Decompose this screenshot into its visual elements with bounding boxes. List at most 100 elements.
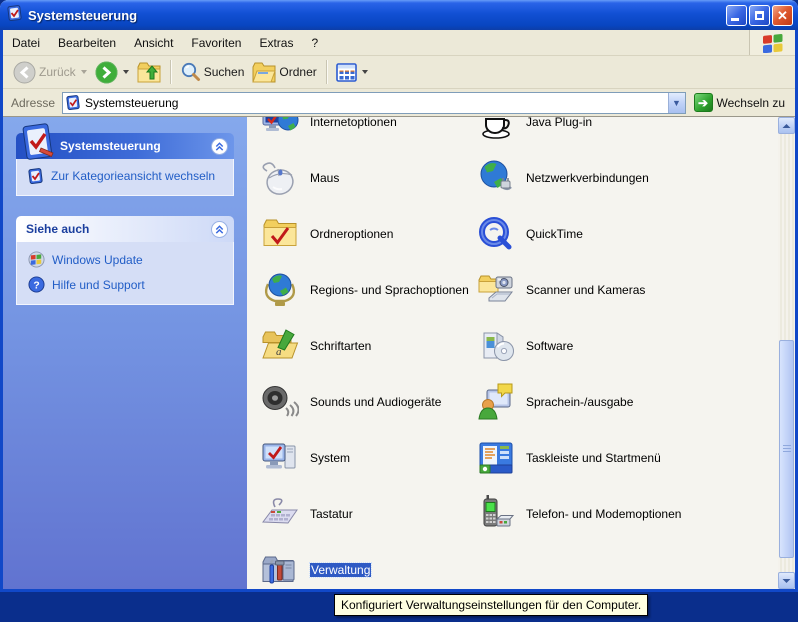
- close-icon: ✕: [777, 9, 788, 22]
- item-label: Ordneroptionen: [310, 227, 393, 241]
- windows-update-link[interactable]: Windows Update: [28, 251, 225, 268]
- address-value: Systemsteuerung: [85, 96, 667, 110]
- folders-label: Ordner: [279, 65, 316, 79]
- item-verwaltung[interactable]: Verwaltung: [261, 551, 371, 589]
- item-schriftarten[interactable]: a Schriftarten: [261, 327, 371, 365]
- system-icon: [261, 439, 299, 477]
- category-view-link[interactable]: Zur Kategorieansicht wechseln: [28, 168, 225, 184]
- views-button[interactable]: [332, 56, 372, 88]
- item-label: Sounds und Audiogeräte: [310, 395, 441, 409]
- back-label: Zurück: [39, 65, 76, 79]
- close-button[interactable]: ✕: [772, 5, 793, 26]
- item-scanner[interactable]: Scanner und Kameras: [477, 271, 645, 309]
- quicktime-icon: [477, 215, 515, 253]
- collapse-button[interactable]: [211, 221, 228, 238]
- menu-ansicht[interactable]: Ansicht: [125, 30, 182, 55]
- item-java[interactable]: Java Plug-in: [477, 117, 592, 141]
- forward-dropdown-icon[interactable]: [123, 70, 129, 74]
- menu-hilfe[interactable]: ?: [302, 30, 327, 55]
- minimize-button[interactable]: [726, 5, 747, 26]
- toolbar: Zurück Suchen Ordner: [3, 56, 795, 89]
- item-sounds[interactable]: Sounds und Audiogeräte: [261, 383, 441, 421]
- control-panel-big-icon: [18, 123, 58, 168]
- item-label: Regions- und Sprachoptionen: [310, 283, 469, 297]
- item-software[interactable]: Software: [477, 327, 573, 365]
- item-sprachein-ausgabe[interactable]: Sprachein-/ausgabe: [477, 383, 633, 421]
- forward-button[interactable]: [91, 56, 133, 88]
- sounds-audio-icon: [261, 383, 299, 421]
- scroll-down-icon: [782, 578, 791, 584]
- search-icon: [180, 62, 201, 83]
- address-label: Adresse: [11, 96, 55, 110]
- collapse-button[interactable]: [211, 138, 228, 155]
- mouse-icon: [261, 159, 299, 197]
- vertical-scrollbar[interactable]: [778, 117, 795, 589]
- windows-update-icon: [28, 251, 45, 268]
- item-maus[interactable]: Maus: [261, 159, 339, 197]
- chevron-up-icon: [214, 224, 225, 235]
- see-also-panel: Siehe auch Windows Update ? Hilfe und Su…: [16, 216, 234, 305]
- item-taskleiste[interactable]: Taskleiste und Startmenü: [477, 439, 661, 477]
- keyboard-icon: [261, 495, 299, 533]
- svg-text:a: a: [276, 346, 282, 358]
- address-input[interactable]: Systemsteuerung ▼: [62, 92, 685, 114]
- address-dropdown-button[interactable]: ▼: [668, 93, 685, 113]
- menu-spacer: [327, 30, 749, 55]
- speech-icon: [477, 383, 515, 421]
- item-label: Sprachein-/ausgabe: [526, 395, 633, 409]
- scrollbar-track[interactable]: [778, 134, 795, 572]
- control-panel-small-icon: [66, 95, 81, 110]
- item-regionsoptionen[interactable]: Regions- und Sprachoptionen: [261, 271, 469, 309]
- maximize-button[interactable]: [749, 5, 770, 26]
- item-label: Telefon- und Modemoptionen: [526, 507, 681, 521]
- item-label-selected: Verwaltung: [310, 563, 371, 577]
- item-internetoptionen[interactable]: Internetoptionen: [261, 117, 397, 141]
- item-label: Internetoptionen: [310, 117, 397, 129]
- tooltip: Konfiguriert Verwaltungseinstellungen fü…: [334, 594, 648, 616]
- item-label: Scanner und Kameras: [526, 283, 645, 297]
- views-dropdown-icon[interactable]: [362, 70, 368, 74]
- scanner-camera-icon: [477, 271, 515, 309]
- menu-datei[interactable]: Datei: [3, 30, 49, 55]
- folders-icon: [252, 61, 276, 83]
- item-quicktime[interactable]: QuickTime: [477, 215, 583, 253]
- scroll-down-button[interactable]: [778, 572, 795, 589]
- menu-extras[interactable]: Extras: [250, 30, 302, 55]
- task-pane: Systemsteuerung Zur Kategorieansicht wec…: [3, 117, 247, 589]
- scroll-up-icon: [782, 123, 791, 129]
- software-icon: [477, 327, 515, 365]
- go-button[interactable]: ➔ Wechseln zu: [686, 89, 791, 116]
- up-button[interactable]: [133, 56, 165, 88]
- menu-bearbeiten[interactable]: Bearbeiten: [49, 30, 125, 55]
- back-dropdown-icon[interactable]: [81, 70, 87, 74]
- search-button[interactable]: Suchen: [176, 56, 249, 88]
- scrollbar-thumb[interactable]: [779, 340, 794, 558]
- control-panel-panel: Systemsteuerung Zur Kategorieansicht wec…: [16, 133, 234, 196]
- scroll-up-button[interactable]: [778, 117, 795, 134]
- views-icon: [336, 63, 357, 82]
- icon-list: Internetoptionen Maus Ordneroptionen Reg…: [247, 117, 778, 589]
- item-system[interactable]: System: [261, 439, 350, 477]
- folders-button[interactable]: Ordner: [248, 56, 320, 88]
- folder-options-icon: [261, 215, 299, 253]
- item-telefon[interactable]: Telefon- und Modemoptionen: [477, 495, 681, 533]
- item-label: Java Plug-in: [526, 117, 592, 129]
- item-tastatur[interactable]: Tastatur: [261, 495, 353, 533]
- item-label: Tastatur: [310, 507, 353, 521]
- category-view-label: Zur Kategorieansicht wechseln: [51, 169, 215, 183]
- menu-favoriten[interactable]: Favoriten: [182, 30, 250, 55]
- maximize-icon: [755, 11, 764, 20]
- titlebar[interactable]: Systemsteuerung ✕: [0, 0, 798, 30]
- item-netzwerkverbindungen[interactable]: Netzwerkverbindungen: [477, 159, 649, 197]
- go-arrow-icon: ➔: [694, 93, 713, 112]
- window-icon: [7, 5, 23, 26]
- item-ordneroptionen[interactable]: Ordneroptionen: [261, 215, 393, 253]
- item-label: Software: [526, 339, 573, 353]
- help-support-label: Hilfe und Support: [52, 278, 145, 292]
- folder-up-icon: [137, 61, 161, 83]
- chevron-down-icon: ▼: [672, 98, 681, 108]
- help-support-link[interactable]: ? Hilfe und Support: [28, 276, 225, 293]
- help-icon: ?: [28, 276, 45, 293]
- search-label: Suchen: [204, 65, 245, 79]
- back-button[interactable]: Zurück: [9, 56, 91, 88]
